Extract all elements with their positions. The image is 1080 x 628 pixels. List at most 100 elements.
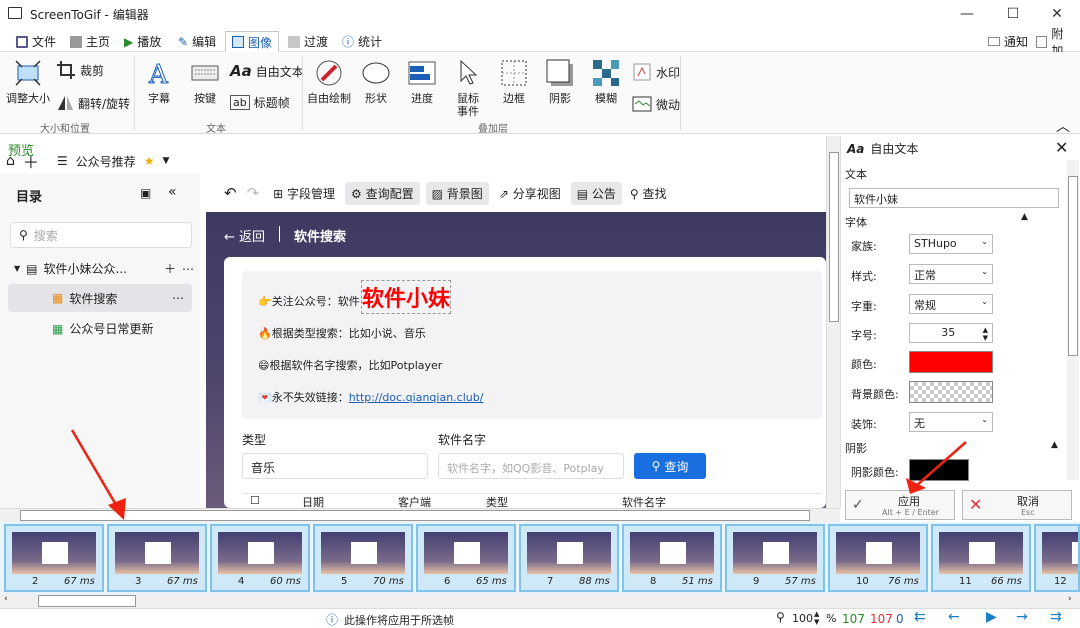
plus-icon[interactable]: ＋ <box>23 149 39 173</box>
minimize-button[interactable]: — <box>944 0 990 28</box>
scrollbar-thumb[interactable] <box>1068 176 1078 356</box>
shape-button[interactable]: 形状 <box>360 58 392 105</box>
text-input[interactable]: 软件小妹 <box>849 188 1059 208</box>
text-color-swatch[interactable] <box>909 351 993 373</box>
first-frame-icon[interactable]: ⇇ <box>914 609 926 625</box>
tab-home[interactable]: 主页 <box>64 31 116 52</box>
collapse-icon[interactable]: ▲ <box>1021 212 1028 222</box>
watermark-button[interactable]: 水印 <box>632 62 680 82</box>
play-icon[interactable]: ▶ <box>986 609 997 625</box>
bg-color-swatch[interactable] <box>909 381 993 403</box>
title-frame-button[interactable]: ab 标题帧 <box>230 94 290 111</box>
more-icon[interactable]: ⋯ <box>172 291 184 305</box>
tab-statistics[interactable]: ⓘ 统计 <box>336 31 388 52</box>
stepper-arrows-icon[interactable]: ▲ ▼ <box>983 326 988 342</box>
free-drawing-button[interactable]: 自由绘制 <box>306 58 352 105</box>
find-button[interactable]: ⚲ 查找 <box>630 185 667 202</box>
frame-thumbnail[interactable]: 12 <box>1034 524 1080 592</box>
zoom-value[interactable]: 100 <box>792 612 813 625</box>
name-input[interactable]: 软件名字，如QQ影音、Potplay <box>438 453 624 479</box>
cinemagraph-button[interactable]: 微动 <box>632 94 680 114</box>
blur-button[interactable]: 模糊 <box>590 58 622 105</box>
frame-thumbnail[interactable]: 6 65 ms <box>416 524 516 592</box>
font-family-select[interactable]: STHupo ⌄ <box>909 234 993 254</box>
tab-edit[interactable]: ✎ 编辑 <box>172 31 222 52</box>
font-weight-select[interactable]: 常规 ⌄ <box>909 294 993 314</box>
progress-button[interactable]: 进度 <box>406 58 438 105</box>
font-size-stepper[interactable]: 35 ▲ ▼ <box>909 323 993 343</box>
menu-icon[interactable]: ☰ <box>57 154 68 168</box>
tab-image[interactable]: 图像 <box>225 31 280 52</box>
frame-thumbnail[interactable]: 2 67 ms <box>4 524 104 592</box>
search-input[interactable]: ⚲ 搜索 <box>10 222 192 248</box>
tab-transition[interactable]: 过渡 <box>282 31 334 52</box>
tab-play[interactable]: ▶ 播放 <box>118 31 167 52</box>
frame-thumbnail[interactable]: 10 76 ms <box>828 524 928 592</box>
tree-item-root[interactable]: ▼ ▤ 软件小妹公众... ＋ ⋯ <box>14 260 194 277</box>
notify-button[interactable]: 通知 <box>982 31 1034 52</box>
free-text-button[interactable]: Aa 自由文本 <box>230 62 304 80</box>
crop-button[interactable]: 裁剪 <box>56 60 104 80</box>
maximize-button[interactable]: ☐ <box>990 0 1036 28</box>
scrollbar-thumb[interactable] <box>38 595 136 607</box>
caption-button[interactable]: A 字幕 <box>142 58 176 106</box>
scroll-right-icon[interactable]: › <box>1068 594 1072 604</box>
frame-thumbnail[interactable]: 8 51 ms <box>622 524 722 592</box>
redo-icon[interactable]: ↷ <box>247 184 260 202</box>
frame-thumbnail[interactable]: 11 66 ms <box>931 524 1031 592</box>
tree-item-daily[interactable]: ▦ 公众号日常更新 <box>52 320 153 337</box>
vertical-scrollbar[interactable] <box>826 136 840 508</box>
cancel-button[interactable]: ✕ 取消 Esc <box>962 490 1072 520</box>
timeline-scrollbar[interactable]: ‹ › <box>0 594 1080 608</box>
apply-button[interactable]: ✓ 应用 Alt + E / Enter <box>845 490 955 520</box>
chevron-down-icon[interactable]: ▼ <box>162 156 169 166</box>
next-frame-icon[interactable]: → <box>1016 609 1028 625</box>
select-all-checkbox[interactable]: ☐ <box>242 494 302 508</box>
frame-thumbnail[interactable]: 9 57 ms <box>725 524 825 592</box>
keystrokes-button[interactable]: 按键 <box>188 58 222 105</box>
tab-file[interactable]: 文件 <box>10 31 62 52</box>
home-icon[interactable]: ⌂ <box>6 153 15 169</box>
attach-button[interactable]: 附加 <box>1030 27 1080 58</box>
star-icon[interactable]: ★ <box>144 154 155 168</box>
collapse-sidebar-icon[interactable]: « <box>168 184 177 200</box>
back-button[interactable]: ← 返回 <box>224 226 265 245</box>
scrollbar-thumb[interactable] <box>829 152 839 322</box>
more-icon[interactable]: ⋯ <box>182 262 194 276</box>
zoom-stepper-icon[interactable]: ▲ ▼ <box>814 610 819 626</box>
announcement-button[interactable]: ▤ 公告 <box>570 181 622 205</box>
type-input[interactable]: 音乐 <box>242 453 428 479</box>
panel-scrollbar[interactable] <box>1067 160 1079 480</box>
frame-thumbnail[interactable]: 3 67 ms <box>107 524 207 592</box>
border-button[interactable]: 边框 <box>498 58 530 105</box>
last-frame-icon[interactable]: ⇉ <box>1050 609 1062 625</box>
query-config-button[interactable]: ⚙ 查询配置 <box>345 181 420 205</box>
collapse-icon[interactable]: ▲ <box>1051 440 1058 450</box>
shadow-button[interactable]: 阴影 <box>544 58 576 105</box>
scrollbar-thumb[interactable] <box>20 510 810 521</box>
close-panel-button[interactable]: ✕ <box>1055 138 1068 157</box>
tree-item-software-search[interactable]: ▦ 软件搜索 ⋯ <box>8 284 192 312</box>
field-manage-button[interactable]: ⊞ 字段管理 <box>273 185 335 202</box>
sidebar-panel-icon[interactable]: ▣ <box>140 186 151 200</box>
share-view-button[interactable]: ⇗ 分享视图 <box>499 185 561 202</box>
undo-icon[interactable]: ↶ <box>224 184 237 202</box>
frame-thumbnail[interactable]: 5 70 ms <box>313 524 413 592</box>
shadow-color-swatch[interactable] <box>909 459 969 481</box>
flip-rotate-button[interactable]: 翻转/旋转 <box>56 94 130 112</box>
background-button[interactable]: ▨ 背景图 <box>425 181 489 205</box>
previous-frame-icon[interactable]: ← <box>948 609 960 625</box>
add-icon[interactable]: ＋ <box>164 260 176 277</box>
scroll-left-icon[interactable]: ‹ <box>4 594 8 604</box>
collapse-ribbon-icon[interactable]: ︿ <box>1056 116 1070 136</box>
frame-thumbnail[interactable]: 4 60 ms <box>210 524 310 592</box>
cursor-events-button[interactable]: 鼠标 事件 <box>452 58 484 118</box>
horizontal-scrollbar[interactable] <box>0 508 840 522</box>
query-button[interactable]: ⚲ 查询 <box>634 453 706 479</box>
decoration-select[interactable]: 无 ⌄ <box>909 412 993 432</box>
resize-button[interactable]: 调整大小 <box>6 58 50 105</box>
font-style-select[interactable]: 正常 ⌄ <box>909 264 993 284</box>
frame-thumbnail[interactable]: 7 88 ms <box>519 524 619 592</box>
overlay-free-text[interactable]: 软件小妹 <box>360 280 452 314</box>
doc-link[interactable]: http://doc.qianqian.club/ <box>349 391 484 404</box>
